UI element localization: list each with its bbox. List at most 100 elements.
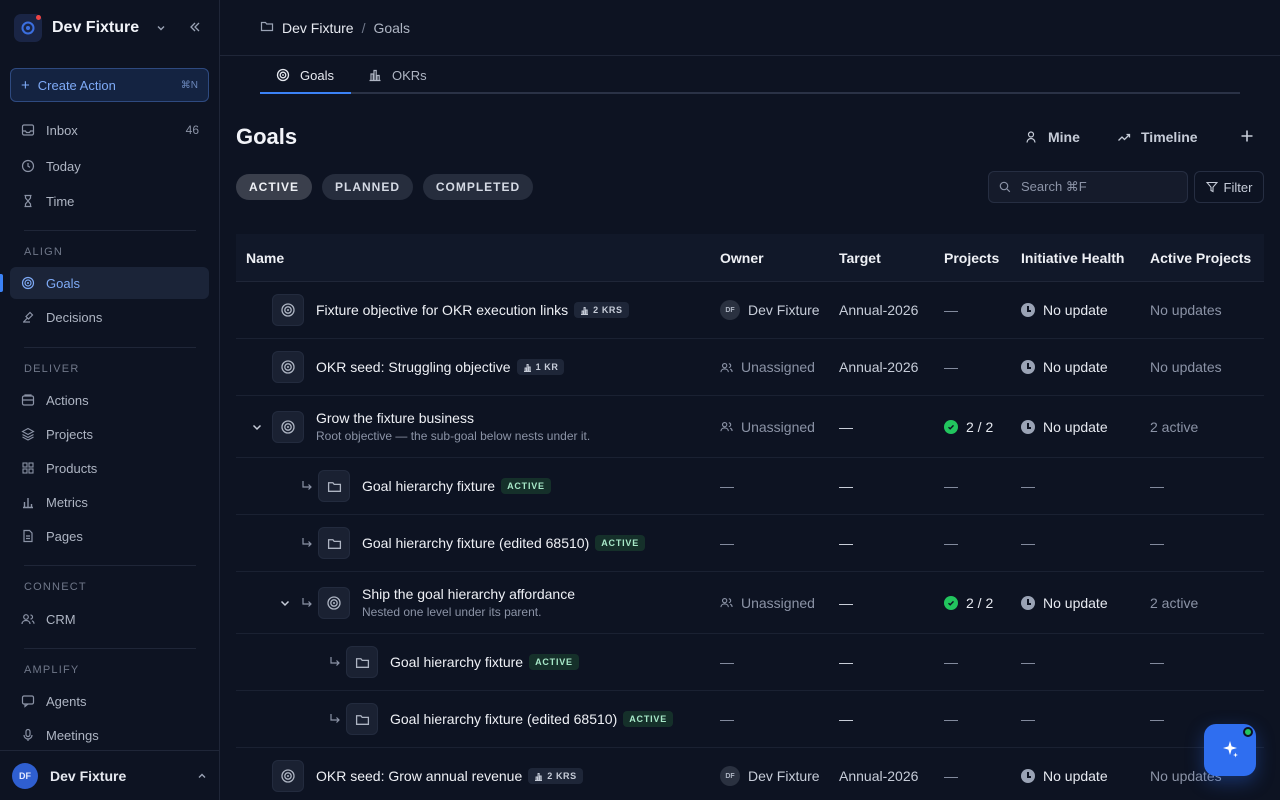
users-icon xyxy=(720,361,733,374)
user-name: Dev Fixture xyxy=(50,767,127,784)
filter-pill-completed[interactable]: COMPLETED xyxy=(423,174,533,200)
folder-icon xyxy=(260,19,274,36)
project-name[interactable]: Goal hierarchy fixture (edited 68510) xyxy=(362,535,589,551)
owner-cell[interactable]: DF Dev Fixture xyxy=(720,282,820,338)
sidebar-item-metrics[interactable]: Metrics xyxy=(10,486,209,518)
timeline-label: Timeline xyxy=(1141,129,1198,145)
column-projects[interactable]: Projects xyxy=(944,234,999,282)
sidebar-item-projects[interactable]: Projects xyxy=(10,418,209,450)
target-icon xyxy=(276,68,290,82)
name-cell: Ship the goal hierarchy affordance Neste… xyxy=(318,572,575,633)
sidebar-item-agents[interactable]: Agents xyxy=(10,685,209,717)
owner-name: Unassigned xyxy=(741,418,815,435)
table-row[interactable]: Goal hierarchy fixture ACTIVE — — — — — xyxy=(236,458,1264,515)
table-row[interactable]: OKR seed: Grow annual revenue 2 KRS DF De… xyxy=(236,748,1264,800)
users-icon xyxy=(720,420,733,433)
column-name[interactable]: Name xyxy=(246,234,284,282)
goal-name[interactable]: OKR seed: Grow annual revenue xyxy=(316,768,522,784)
sidebar-item-pages[interactable]: Pages xyxy=(10,520,209,552)
health-cell: No update xyxy=(1021,282,1108,338)
table-row[interactable]: Goal hierarchy fixture ACTIVE — — — — — xyxy=(236,634,1264,691)
owner-cell[interactable]: Unassigned xyxy=(720,572,815,633)
clock-icon xyxy=(1021,769,1035,783)
project-name[interactable]: Goal hierarchy fixture xyxy=(390,654,523,670)
chevron-down-icon[interactable] xyxy=(279,597,291,609)
sidebar-item-today[interactable]: Today xyxy=(10,150,209,182)
collapse-sidebar-icon[interactable] xyxy=(184,21,206,36)
project-name[interactable]: Goal hierarchy fixture (edited 68510) xyxy=(390,711,617,727)
projects-cell: — xyxy=(944,478,958,494)
sub-item-arrow-icon xyxy=(300,536,314,550)
active-projects-cell: 2 active xyxy=(1150,418,1199,435)
table-row[interactable]: Ship the goal hierarchy affordance Neste… xyxy=(236,572,1264,634)
project-name[interactable]: Goal hierarchy fixture xyxy=(362,478,495,494)
owner-cell[interactable]: DF Dev Fixture xyxy=(720,748,820,800)
name-cell: Grow the fixture business Root objective… xyxy=(272,396,590,457)
chart-icon xyxy=(20,494,36,510)
sidebar-item-decisions[interactable]: Decisions xyxy=(10,301,209,333)
column-initiative-health[interactable]: Initiative Health xyxy=(1021,234,1124,282)
column-active-projects[interactable]: Active Projects xyxy=(1150,234,1251,282)
filter-pill-active[interactable]: ACTIVE xyxy=(236,174,312,200)
clock-icon xyxy=(1021,595,1035,610)
breadcrumb-workspace[interactable]: Dev Fixture xyxy=(282,20,354,36)
clock-icon xyxy=(1021,303,1035,317)
sidebar-item-products[interactable]: Products xyxy=(10,452,209,484)
user-menu[interactable]: DF Dev Fixture xyxy=(0,750,219,800)
sidebar-item-time[interactable]: Time xyxy=(10,185,209,217)
filter-button[interactable]: Filter xyxy=(1194,171,1264,203)
table-row[interactable]: OKR seed: Struggling objective 1 KR Unas… xyxy=(236,339,1264,396)
chevron-down-icon[interactable] xyxy=(150,21,172,36)
owner-cell[interactable]: Unassigned xyxy=(720,339,815,395)
sub-item-arrow-icon xyxy=(328,655,342,669)
table-row[interactable]: Grow the fixture business Root objective… xyxy=(236,396,1264,458)
workspace-switcher[interactable]: Dev Fixture xyxy=(14,12,206,44)
goal-name[interactable]: Grow the fixture business xyxy=(316,410,590,426)
tab-label: Goals xyxy=(300,67,334,83)
sidebar-item-goals[interactable]: Goals xyxy=(10,267,209,299)
funnel-icon xyxy=(1205,181,1218,193)
grid-icon xyxy=(20,460,36,476)
column-target[interactable]: Target xyxy=(839,234,881,282)
status-badge: ACTIVE xyxy=(529,654,579,670)
chevron-down-icon[interactable] xyxy=(251,421,263,433)
table-row[interactable]: Fixture objective for OKR execution link… xyxy=(236,282,1264,339)
goal-name[interactable]: OKR seed: Struggling objective xyxy=(316,359,511,375)
filter-pill-planned[interactable]: PLANNED xyxy=(322,174,413,200)
ai-assistant-button[interactable] xyxy=(1204,724,1256,776)
mine-button[interactable]: Mine xyxy=(1024,124,1080,150)
add-goal-button[interactable] xyxy=(1240,124,1254,150)
tab-bar: Goals OKRs xyxy=(260,56,1240,94)
users-icon xyxy=(20,611,36,627)
owner-cell: — xyxy=(720,711,734,727)
create-action-button[interactable]: + Create Action ⌘N xyxy=(10,68,209,102)
active-projects-cell: No updates xyxy=(1150,302,1222,318)
sidebar-item-label: Products xyxy=(46,460,98,476)
goal-name[interactable]: Ship the goal hierarchy affordance xyxy=(362,586,575,602)
sidebar-item-label: Agents xyxy=(46,693,87,709)
goal-name[interactable]: Fixture objective for OKR execution link… xyxy=(316,302,568,318)
projects-cell: 2 / 2 xyxy=(944,396,993,457)
chevron-up-icon[interactable] xyxy=(197,768,207,784)
target-cell: Annual-2026 xyxy=(839,359,919,375)
projects-count: 2 / 2 xyxy=(966,594,994,611)
tab-okrs[interactable]: OKRs xyxy=(368,56,427,94)
table-row[interactable]: Goal hierarchy fixture (edited 68510) AC… xyxy=(236,691,1264,748)
health-cell: — xyxy=(1021,535,1035,551)
sub-item-arrow-icon xyxy=(300,596,314,610)
sidebar-item-actions[interactable]: Actions xyxy=(10,384,209,416)
active-projects-cell: 2 active xyxy=(1150,594,1199,611)
folder-icon xyxy=(318,470,350,502)
search-input[interactable]: Search ⌘F xyxy=(988,171,1188,203)
owner-cell[interactable]: Unassigned xyxy=(720,396,815,457)
name-cell: OKR seed: Struggling objective 1 KR xyxy=(272,339,565,395)
sidebar-item-meetings[interactable]: Meetings xyxy=(10,719,209,751)
table-row[interactable]: Goal hierarchy fixture (edited 68510) AC… xyxy=(236,515,1264,572)
plus-icon xyxy=(1240,129,1254,146)
timeline-button[interactable]: Timeline xyxy=(1117,124,1198,150)
name-cell: Goal hierarchy fixture ACTIVE xyxy=(346,634,579,690)
sidebar-item-crm[interactable]: CRM xyxy=(10,603,209,635)
column-owner[interactable]: Owner xyxy=(720,234,764,282)
sidebar-item-inbox[interactable]: Inbox 46 xyxy=(10,114,209,146)
tab-goals[interactable]: Goals xyxy=(276,56,334,94)
